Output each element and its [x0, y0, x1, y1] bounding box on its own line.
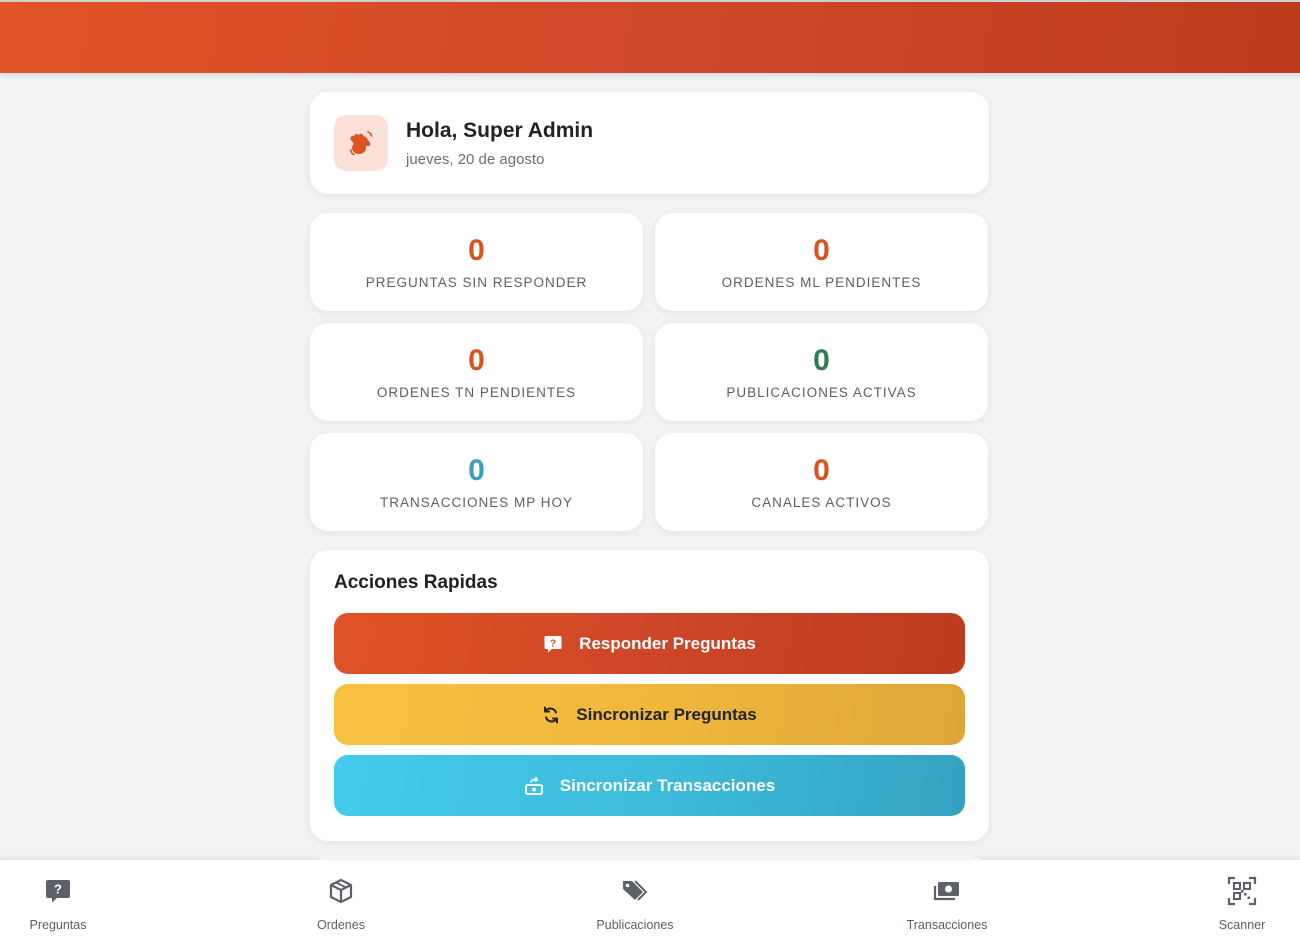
qr-scanner-icon [1227, 876, 1257, 906]
stat-value: 0 [468, 343, 485, 377]
stat-card-preguntas[interactable]: 0 PREGUNTAS SIN RESPONDER [310, 213, 643, 311]
quick-actions-card: Acciones Rapidas ? Responder Preguntas S… [310, 550, 989, 841]
top-app-bar [0, 0, 1300, 73]
money-bill-icon [933, 878, 961, 904]
greeting-title: Hola, Super Admin [406, 118, 594, 142]
nav-item-ordenes[interactable]: Ordenes [301, 860, 381, 936]
stat-card-ordenes-tn[interactable]: 0 ORDENES TN PENDIENTES [310, 323, 643, 421]
button-label: Responder Preguntas [579, 633, 756, 653]
money-sync-icon [524, 776, 543, 795]
stat-card-publicaciones[interactable]: 0 PUBLICACIONES ACTIVAS [655, 323, 988, 421]
box-icon [328, 878, 354, 904]
quick-actions-title: Acciones Rapidas [334, 572, 498, 593]
stats-grid: 0 PREGUNTAS SIN RESPONDER 0 ORDENES ML P… [310, 213, 989, 531]
sync-icon [544, 706, 559, 723]
stat-value: 0 [468, 453, 485, 487]
stat-label: CANALES ACTIVOS [751, 494, 892, 510]
stat-value: 0 [468, 233, 485, 267]
stat-label: PREGUNTAS SIN RESPONDER [365, 274, 588, 290]
question-message-icon: ? [45, 878, 71, 904]
button-label: Sincronizar Transacciones [559, 775, 776, 795]
stat-label: ORDENES ML PENDIENTES [721, 274, 922, 290]
stat-label: TRANSACCIONES MP HOY [379, 494, 574, 510]
sincronizar-preguntas-button[interactable]: Sincronizar Preguntas [334, 684, 965, 745]
nav-label: Transacciones [906, 918, 988, 932]
stat-card-transacciones[interactable]: 0 TRANSACCIONES MP HOY [310, 433, 643, 531]
responder-preguntas-button[interactable]: ? Responder Preguntas [334, 613, 965, 674]
svg-text:?: ? [550, 638, 556, 649]
dashboard-content: Hola, Super Admin jueves, 20 de agosto 0… [310, 92, 989, 841]
sincronizar-transacciones-button[interactable]: Sincronizar Transacciones [334, 755, 965, 816]
nav-label: Publicaciones [596, 918, 674, 932]
nav-item-transacciones[interactable]: Transacciones [897, 860, 997, 936]
waving-hand-icon [334, 115, 388, 171]
nav-item-publicaciones[interactable]: Publicaciones [585, 860, 685, 936]
stat-value: 0 [813, 233, 830, 267]
bottom-navigation: ? Preguntas Ordenes Publicaciones Transa… [0, 860, 1300, 936]
nav-label: Ordenes [317, 918, 365, 932]
nav-item-scanner[interactable]: Scanner [1207, 860, 1277, 936]
svg-text:?: ? [54, 882, 62, 897]
question-message-icon: ? [544, 635, 562, 652]
nav-label: Preguntas [29, 918, 87, 932]
stat-value: 0 [813, 343, 830, 377]
tags-icon [621, 878, 649, 904]
stat-card-ordenes-ml[interactable]: 0 ORDENES ML PENDIENTES [655, 213, 988, 311]
stat-label: PUBLICACIONES ACTIVAS [726, 384, 917, 400]
greeting-text: Hola, Super Admin jueves, 20 de agosto [406, 119, 593, 168]
stat-card-canales[interactable]: 0 CANALES ACTIVOS [655, 433, 988, 531]
greeting-date: jueves, 20 de agosto [406, 150, 545, 168]
stat-label: ORDENES TN PENDIENTES [376, 384, 577, 400]
stat-value: 0 [813, 453, 830, 487]
nav-item-preguntas[interactable]: ? Preguntas [18, 860, 98, 936]
button-label: Sincronizar Preguntas [576, 704, 757, 724]
nav-label: Scanner [1218, 918, 1266, 932]
greeting-card: Hola, Super Admin jueves, 20 de agosto [310, 92, 989, 194]
